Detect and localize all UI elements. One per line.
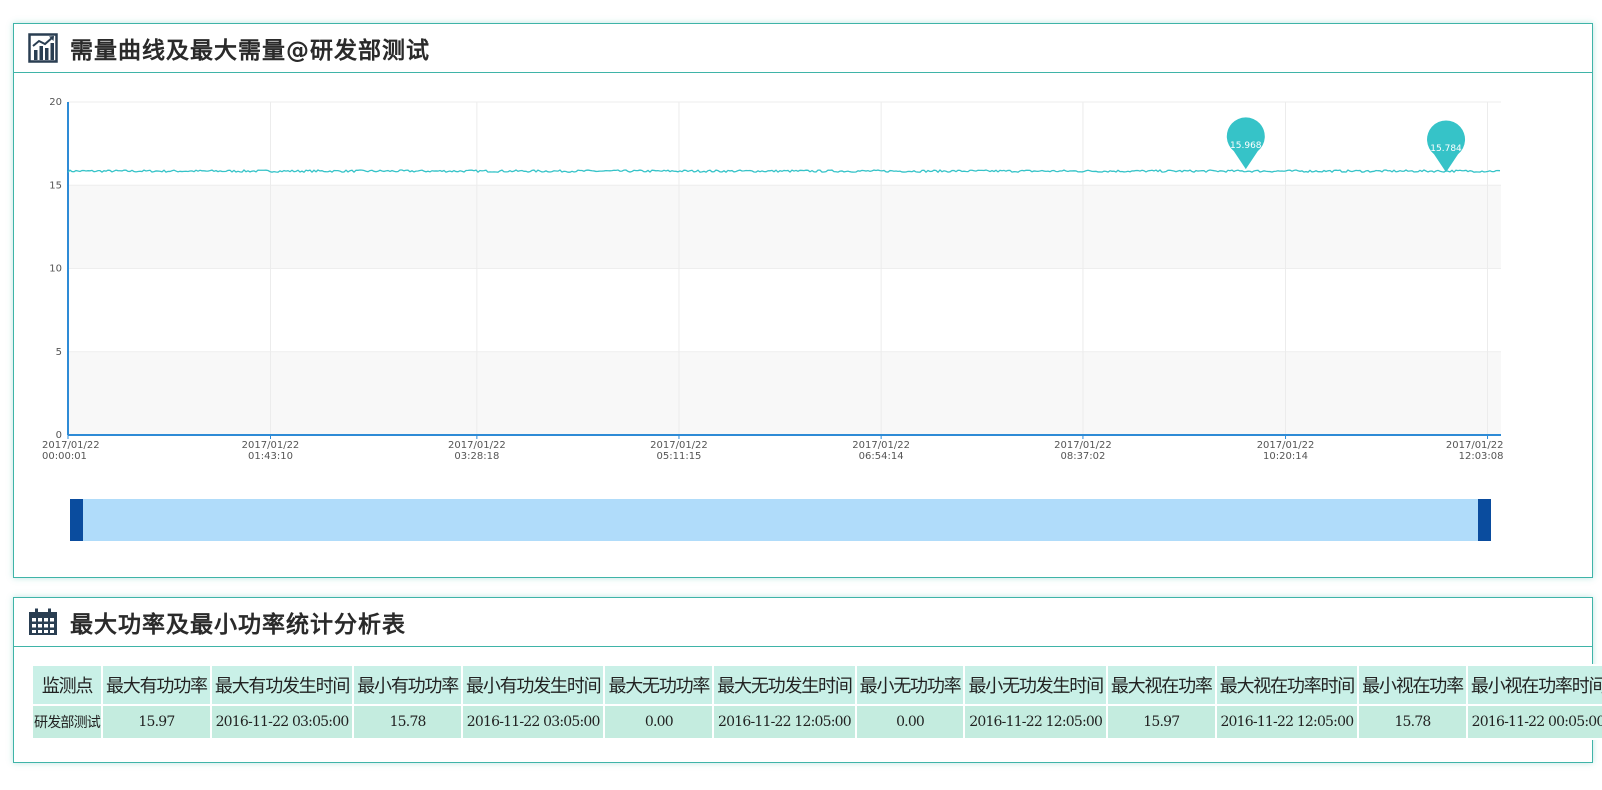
table-cell: 15.97 <box>101 704 212 740</box>
x-axis-ticks: 2017/01/2200:00:012017/01/2201:43:102017… <box>42 440 1504 462</box>
chart-panel-title: 需量曲线及最大需量@研发部测试 <box>70 38 430 64</box>
y-tick-label: 10 <box>49 264 62 275</box>
x-tick-label: 08:37:02 <box>1060 451 1105 462</box>
x-tick-label: 2017/01/22 <box>448 440 506 451</box>
slider-handle-right[interactable] <box>1478 499 1491 541</box>
col-header: 最小无功发生时间 <box>963 664 1108 706</box>
chart-panel-header: 需量曲线及最大需量@研发部测试 <box>14 24 1592 73</box>
calendar-icon <box>28 607 58 637</box>
slider-selection <box>70 499 1491 541</box>
table-cell: 2016-11-22 12:05:00 <box>712 704 857 740</box>
x-tick-label: 10:20:14 <box>1263 451 1308 462</box>
zoom-slider[interactable] <box>70 499 1491 541</box>
marker-label: 15.784 <box>1430 144 1462 154</box>
table-cell: 2016-11-22 00:05:00 <box>1465 704 1602 740</box>
x-tick-label: 2017/01/22 <box>242 440 300 451</box>
col-header: 最小有功发生时间 <box>461 664 606 706</box>
table-cell: 2016-11-22 12:05:00 <box>1214 704 1360 740</box>
plot-band <box>68 351 1501 435</box>
plot-band <box>68 102 1501 186</box>
x-tick-label: 05:11:15 <box>657 451 702 462</box>
table-panel-header: 最大功率及最小功率统计分析表 <box>14 598 1592 647</box>
demand-line-chart[interactable]: 05101520 2017/01/2200:00:012017/01/2201:… <box>14 74 1592 574</box>
table-cell: 研发部测试 <box>31 704 103 740</box>
table-row: 研发部测试 15.97 2016-11-22 03:05:00 15.78 20… <box>31 704 1602 740</box>
marker-label: 15.968 <box>1230 141 1262 151</box>
x-tick-label: 2017/01/22 <box>1054 440 1112 451</box>
slider-handle-left[interactable] <box>70 499 83 541</box>
x-tick-label: 01:43:10 <box>248 451 293 462</box>
power-stats-table: 监测点 最大有功功率 最大有功发生时间 最小有功功率 最小有功发生时间 最大无功… <box>31 664 1602 740</box>
x-tick-label: 12:03:08 <box>1459 451 1504 462</box>
col-header: 监测点 <box>31 664 103 706</box>
y-axis-ticks: 05101520 <box>49 97 62 441</box>
x-tick-label: 03:28:18 <box>454 451 499 462</box>
x-tick-label: 06:54:14 <box>859 451 904 462</box>
x-tick-label: 2017/01/22 <box>42 440 100 451</box>
table-cell: 2016-11-22 03:05:00 <box>461 704 606 740</box>
stats-table-panel: 最大功率及最小功率统计分析表 监测点 最大有功功率 最大有功发生时间 最小有功功… <box>13 597 1602 763</box>
col-header: 最大有功发生时间 <box>209 664 355 706</box>
col-header: 最小视在功率 <box>1357 664 1468 706</box>
table-cell: 15.78 <box>1357 704 1468 740</box>
y-tick-label: 20 <box>49 97 62 108</box>
col-header: 最小无功功率 <box>854 664 966 706</box>
y-tick-label: 5 <box>56 347 62 358</box>
table-cell: 2016-11-22 12:05:00 <box>963 704 1108 740</box>
table-panel-title: 最大功率及最小功率统计分析表 <box>70 612 406 638</box>
x-tick-label: 2017/01/22 <box>1446 440 1504 451</box>
table-header-row: 监测点 最大有功功率 最大有功发生时间 最小有功功率 最小有功发生时间 最大无功… <box>31 664 1602 706</box>
table-cell: 15.78 <box>352 704 464 740</box>
col-header: 最大视在功率 <box>1105 664 1217 706</box>
x-tick-label: 2017/01/22 <box>650 440 708 451</box>
x-tick-label: 00:00:01 <box>42 451 87 462</box>
plot-band <box>68 268 1501 352</box>
x-tick-label: 2017/01/22 <box>852 440 910 451</box>
col-header: 最大无功发生时间 <box>712 664 857 706</box>
col-header: 最大无功功率 <box>603 664 715 706</box>
y-tick-label: 15 <box>49 180 62 191</box>
col-header: 最大有功功率 <box>101 664 212 706</box>
x-tick-label: 2017/01/22 <box>1257 440 1315 451</box>
col-header: 最小视在功率时间 <box>1465 664 1602 706</box>
table-cell: 0.00 <box>603 704 715 740</box>
table-cell: 2016-11-22 03:05:00 <box>209 704 355 740</box>
col-header: 最大视在功率时间 <box>1214 664 1360 706</box>
plot-band <box>68 185 1501 269</box>
table-cell: 15.97 <box>1105 704 1217 740</box>
demand-chart-panel: 需量曲线及最大需量@研发部测试 0 5 10 15 20 2017/01/22 00:00… <box>13 23 1593 578</box>
table-cell: 0.00 <box>854 704 966 740</box>
line-chart-icon <box>28 33 58 63</box>
col-header: 最小有功功率 <box>352 664 464 706</box>
